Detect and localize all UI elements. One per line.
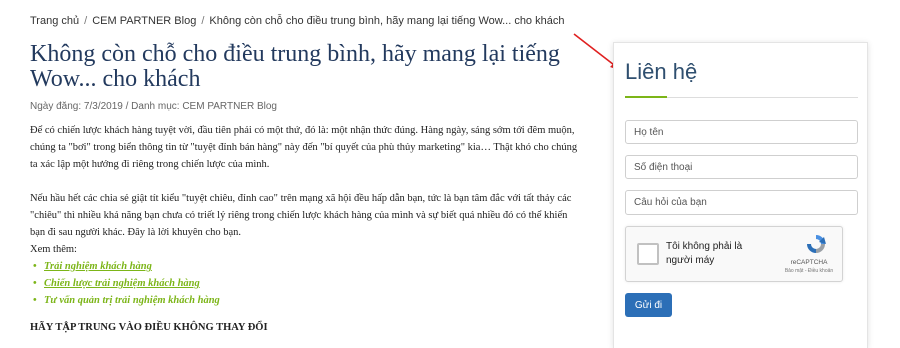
recaptcha-logo-icon [807,235,826,253]
question-textarea[interactable] [625,190,858,215]
article-title: Không còn chỗ cho điều trung bình, hãy m… [30,41,560,92]
article-meta: Ngày đăng: 7/3/2019 / Danh mục: CEM PART… [30,101,277,112]
article-paragraph: Để có chiến lược khách hàng tuyệt vời, đ… [30,125,578,170]
related-link-tu-van[interactable]: Tư vấn quản trị trải nghiệm khách hàng [44,295,220,306]
related-links-list: Trải nghiệm khách hàng Chiến lược trải n… [30,258,585,309]
submit-button[interactable]: Gửi đi [625,293,672,317]
breadcrumb-category-link[interactable]: CEM PARTNER Blog [92,15,196,27]
title-underline [625,96,858,98]
breadcrumb: Trang chủ / CEM PARTNER Blog / Không còn chỗ… [30,15,564,27]
section-heading: HÃY TẬP TRUNG VÀO ĐIỀU KHÔNG THAY ĐỔI [30,322,268,333]
related-link-trai-nghiem[interactable]: Trải nghiệm khách hàng [44,261,152,272]
see-more-label: Xem thêm: [30,244,77,255]
recaptcha-links[interactable]: Bảo mật - Điều khoản [782,268,836,274]
breadcrumb-separator: / [84,15,88,27]
breadcrumb-current: Không còn chỗ cho điều trung bình, hãy m… [209,15,565,27]
list-item: Tư vấn quản trị trải nghiệm khách hàng [33,292,585,309]
related-link-chien-luoc[interactable]: Chiến lược trải nghiệm khách hàng [44,278,200,289]
contact-title: Liên hệ [625,59,698,84]
breadcrumb-separator: / [201,15,205,27]
contact-panel: Liên hệ Tôi không phải là người máy reCA… [613,42,868,348]
recaptcha-checkbox[interactable] [637,243,659,265]
article-paragraph-text: Nếu hầu hết các chia sẻ giật tít kiểu "t… [30,193,572,238]
article-content: Để có chiến lược khách hàng tuyệt vời, đ… [30,122,585,336]
list-item: Trải nghiệm khách hàng [33,258,585,275]
recaptcha-widget: Tôi không phải là người máy reCAPTCHA Bả… [625,226,843,282]
title-underline-accent [625,96,667,98]
name-input[interactable] [625,120,858,144]
list-item: Chiến lược trải nghiệm khách hàng [33,275,585,292]
recaptcha-label: Tôi không phải là người máy [666,241,743,266]
breadcrumb-home-link[interactable]: Trang chủ [30,15,79,27]
phone-input[interactable] [625,155,858,179]
article-paragraph: Nếu hầu hết các chia sẻ giật tít kiểu "t… [30,190,585,258]
recaptcha-brand: reCAPTCHA [790,259,828,266]
